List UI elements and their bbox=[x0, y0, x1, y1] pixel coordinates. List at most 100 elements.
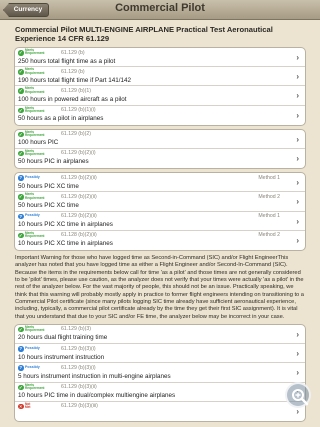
status-label: Meets Requirement bbox=[25, 67, 45, 75]
method-label: Method 1 bbox=[258, 174, 280, 181]
nav-title: Commercial Pilot bbox=[115, 2, 205, 14]
regulation-reference: 61.129 (b)(3) bbox=[61, 326, 91, 333]
requirement-row[interactable]: ✓ Meets Requirement 61.128 (b)(2)(ii) Method… bbox=[15, 231, 305, 250]
chevron-right-icon: › bbox=[296, 329, 299, 339]
requirement-description: 10 hours PIC XC time in airplanes bbox=[18, 221, 113, 228]
regulation-reference: 61.129 (b)(2)(i) bbox=[61, 150, 96, 157]
chevron-right-icon: › bbox=[296, 235, 299, 245]
question-icon: ? bbox=[18, 365, 24, 371]
status-label: Meets Requirement bbox=[25, 129, 45, 138]
requirement-row[interactable]: ✓ Meets Requirement 61.129 (b)(2)(i) 50 hour… bbox=[15, 149, 305, 168]
sic-warning-text: Important Warning for those who have log… bbox=[15, 254, 304, 320]
requirement-description: 100 hours PIC bbox=[18, 139, 59, 147]
requirement-row[interactable]: ? Possibly 61.129 (b)(2)(ii) Method 1 10 hou… bbox=[15, 212, 305, 231]
chevron-right-icon: › bbox=[296, 153, 299, 163]
chevron-right-icon: › bbox=[296, 197, 299, 207]
requirement-row[interactable]: ✓ Meets Requirement 61.129 (b)(2) 100 hours … bbox=[15, 130, 305, 149]
requirement-row[interactable]: ✓ Meets Requirement 61.129 (b) 190 hours tot… bbox=[15, 67, 305, 87]
requirement-description: 250 hours total flight time as a pilot bbox=[18, 57, 116, 65]
requirement-description: 100 hours in powered aircraft as a pilot bbox=[18, 95, 127, 103]
requirement-description: 190 hours total flight time if Part 141/… bbox=[18, 76, 132, 84]
status-label: Possibly bbox=[25, 213, 40, 217]
magnifier-plus-icon bbox=[292, 389, 309, 406]
chevron-right-icon: › bbox=[296, 53, 299, 62]
regulation-reference: 61.129 (b) bbox=[61, 68, 85, 75]
regulation-reference: 61.129 (b)(2) bbox=[61, 131, 91, 138]
requirement-row[interactable]: ✓ Meets Requirement 61.129 (b)(1)(i) 50 hour… bbox=[15, 106, 305, 125]
status-label: Meets Requirement bbox=[25, 105, 45, 113]
navigation-bar: Currency Commercial Pilot bbox=[0, 0, 320, 20]
x-icon: × bbox=[18, 403, 24, 410]
requirement-description: 50 hours PIC in airplanes bbox=[18, 158, 89, 166]
status-label: Not Met bbox=[25, 401, 31, 410]
regulation-reference: 61.129 (b)(2)(ii) bbox=[61, 193, 97, 200]
chevron-right-icon: › bbox=[296, 406, 299, 416]
requirement-row[interactable]: ? Possibly 61.129 (b)(3)(i) 5 hours instrum… bbox=[15, 363, 305, 383]
method-label: Method 1 bbox=[258, 213, 280, 219]
status-label: Possibly bbox=[25, 174, 40, 179]
requirement-row[interactable]: ✓ Meets Requirement 61.129 (b)(3)(ii) 10 hou… bbox=[15, 383, 305, 402]
main-content[interactable]: Commercial Pilot MULTI-ENGINE AIRPLANE P… bbox=[0, 20, 320, 427]
chevron-right-icon: › bbox=[296, 368, 299, 378]
regulation-reference: 61.129 (b)(1) bbox=[61, 87, 91, 94]
chevron-right-icon: › bbox=[296, 110, 299, 120]
regulation-reference: 61.129 (b)(3)(i) bbox=[61, 364, 96, 371]
check-icon: ✓ bbox=[18, 131, 24, 138]
requirement-row[interactable]: ? Possibly 61.129 (b)(3)(i) 10 hours instru… bbox=[15, 344, 305, 364]
status-label: Meets Requirement bbox=[25, 86, 45, 94]
check-icon: ✓ bbox=[18, 150, 24, 157]
chevron-right-icon: › bbox=[296, 91, 299, 101]
status-label: Meets Requirement bbox=[25, 324, 45, 333]
method-label: Method 2 bbox=[258, 232, 280, 239]
status-label: Meets Requirement bbox=[25, 382, 45, 390]
question-icon: ? bbox=[18, 346, 24, 352]
requirement-description: 50 hours PIC XC time bbox=[18, 182, 79, 190]
requirement-row[interactable]: ✓ Meets Requirement 61.129 (b) 250 hours tot… bbox=[15, 48, 305, 68]
status-label: Meets Requirement bbox=[25, 48, 45, 56]
check-icon: ✓ bbox=[18, 107, 24, 114]
requirement-group: ✓ Meets Requirement 61.129 (b) 250 hours tot… bbox=[14, 47, 306, 126]
regulation-reference: 61.128 (b)(2)(ii) bbox=[61, 232, 97, 239]
check-icon: ✓ bbox=[18, 384, 24, 391]
chevron-right-icon: › bbox=[296, 134, 299, 144]
requirement-row[interactable]: ? Possibly 61.129 (b)(2)(ii) Method 1 50 hou… bbox=[15, 173, 305, 193]
regulation-reference: 61.129 (b)(2)(ii) bbox=[61, 174, 97, 181]
chevron-right-icon: › bbox=[296, 72, 299, 82]
status-label: Meets Requirement bbox=[25, 192, 45, 200]
check-icon: ✓ bbox=[18, 50, 24, 56]
status-label: Meets Requirement bbox=[25, 230, 45, 239]
question-icon: ? bbox=[18, 213, 24, 219]
requirement-description: 10 hours PIC XC time in airplanes bbox=[18, 240, 113, 248]
requirement-description: 50 hours as a pilot in airplanes bbox=[18, 115, 104, 123]
requirement-row[interactable]: ✓ Meets Requirement 61.129 (b)(3) 20 hours d… bbox=[15, 324, 305, 345]
status-label: Possibly bbox=[25, 364, 40, 369]
page-title: Commercial Pilot MULTI-ENGINE AIRPLANE P… bbox=[15, 25, 273, 43]
requirement-row[interactable]: ✓ Meets Requirement 61.129 (b)(2)(ii) Method… bbox=[15, 192, 305, 212]
requirement-group: ? Possibly 61.129 (b)(2)(ii) Method 1 50 hou… bbox=[14, 172, 306, 251]
check-icon: ✓ bbox=[18, 232, 24, 239]
requirement-row[interactable]: ✓ Meets Requirement 61.129 (b)(1) 100 hours … bbox=[15, 86, 305, 106]
chevron-right-icon: › bbox=[296, 178, 299, 188]
check-icon: ✓ bbox=[18, 69, 24, 75]
zoom-button[interactable] bbox=[285, 382, 311, 408]
requirement-description: 50 hours PIC XC time bbox=[18, 201, 79, 209]
status-label: Meets Requirement bbox=[25, 148, 45, 157]
chevron-right-icon: › bbox=[296, 349, 299, 359]
method-label: Method 2 bbox=[258, 193, 280, 200]
requirement-description: 10 hours PIC time in dual/complex multie… bbox=[18, 392, 176, 400]
regulation-reference: 61.129 (b) bbox=[61, 49, 85, 56]
question-icon: ? bbox=[18, 175, 24, 181]
regulation-reference: 61.129 (b)(1)(i) bbox=[61, 107, 96, 114]
chevron-right-icon: › bbox=[296, 216, 299, 226]
regulation-reference: 61.129 (b)(3)(ii) bbox=[61, 384, 97, 391]
regulation-reference: 61.129 (b)(2)(ii) bbox=[61, 213, 97, 219]
check-icon: ✓ bbox=[18, 194, 24, 200]
requirement-row[interactable]: × Not Met 61.129 (b)(3)(iii) › bbox=[15, 402, 305, 421]
check-icon: ✓ bbox=[18, 88, 24, 94]
requirement-group: ✓ Meets Requirement 61.129 (b)(2) 100 hours … bbox=[14, 128, 306, 170]
check-icon: ✓ bbox=[18, 326, 24, 333]
requirement-description: 5 hours instrument instruction in multi-… bbox=[18, 372, 171, 380]
regulation-reference: 61.129 (b)(3)(iii) bbox=[61, 403, 98, 410]
requirement-description: 20 hours dual flight training time bbox=[18, 334, 108, 342]
regulation-reference: 61.129 (b)(3)(i) bbox=[61, 345, 96, 352]
